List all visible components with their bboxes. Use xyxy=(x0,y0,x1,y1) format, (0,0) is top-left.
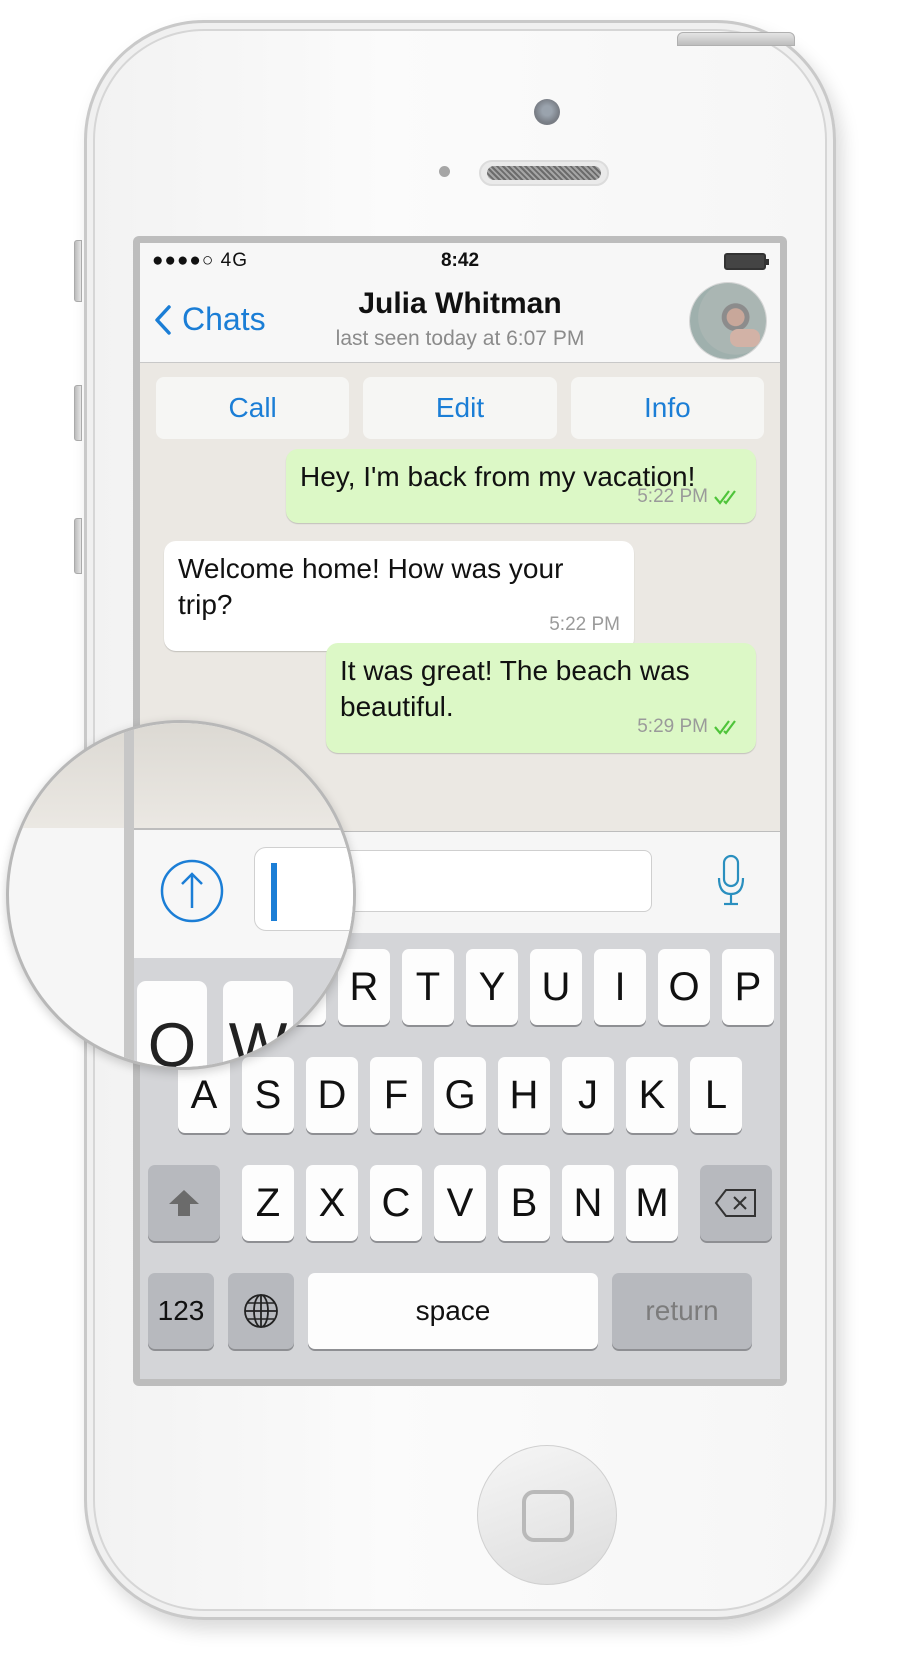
contact-header[interactable]: Julia Whitman last seen today at 6:07 PM xyxy=(140,287,780,351)
last-seen-status: last seen today at 6:07 PM xyxy=(335,327,585,350)
key-p[interactable]: P xyxy=(722,949,774,1025)
message-incoming[interactable]: Welcome home! How was your trip? 5:22 PM xyxy=(164,541,634,651)
key-j[interactable]: J xyxy=(562,1057,614,1133)
message-meta: 5:29 PM xyxy=(637,709,742,745)
key-l[interactable]: L xyxy=(690,1057,742,1133)
globe-key[interactable] xyxy=(228,1273,294,1349)
key-u[interactable]: U xyxy=(530,949,582,1025)
earpiece-speaker xyxy=(479,160,609,186)
double-check-icon xyxy=(714,720,736,735)
key-t[interactable]: T xyxy=(402,949,454,1025)
volume-up-button xyxy=(74,385,82,441)
key-z[interactable]: Z xyxy=(242,1165,294,1241)
info-button[interactable]: Info xyxy=(570,377,764,439)
key-m[interactable]: M xyxy=(626,1165,678,1241)
home-button[interactable] xyxy=(477,1445,617,1585)
magnified-chat-area xyxy=(9,723,353,828)
clock: 8:42 xyxy=(440,250,480,271)
navigation-bar: Chats Julia Whitman last seen today at 6… xyxy=(140,279,780,363)
key-i[interactable]: I xyxy=(594,949,646,1025)
keyboard-row-4: 123 space return xyxy=(140,1273,780,1349)
call-button[interactable]: Call xyxy=(156,377,350,439)
shift-key[interactable] xyxy=(148,1165,220,1241)
key-o[interactable]: O xyxy=(658,949,710,1025)
contact-avatar[interactable] xyxy=(690,283,766,359)
battery-full-icon xyxy=(724,253,769,270)
space-key[interactable]: space xyxy=(308,1273,598,1349)
message-outgoing[interactable]: It was great! The beach was beautiful. 5… xyxy=(326,643,756,753)
message-meta: 5:22 PM xyxy=(549,607,620,643)
contact-actions: Call Edit Info xyxy=(156,377,764,439)
text-caret xyxy=(271,863,277,921)
double-check-icon xyxy=(714,490,736,505)
key-h[interactable]: H xyxy=(498,1057,550,1133)
message-time: 5:29 PM xyxy=(637,716,708,737)
key-b[interactable]: B xyxy=(498,1165,550,1241)
shift-arrow-icon xyxy=(169,1190,199,1216)
keyboard-row-3-letters: Z X C V B N M xyxy=(242,1165,678,1241)
volume-down-button xyxy=(74,518,82,574)
key-d[interactable]: D xyxy=(306,1057,358,1133)
keyboard-row-2: A S D F G H J K L xyxy=(140,1057,780,1133)
key-g[interactable]: G xyxy=(434,1057,486,1133)
status-bar: ●●●●○ 4G 8:42 xyxy=(140,243,780,279)
keyboard-row-3: Z X C V B N M xyxy=(140,1165,780,1241)
magnified-key-w: W xyxy=(223,981,293,1067)
magnified-key-q: Q xyxy=(137,981,207,1067)
microphone-icon[interactable] xyxy=(716,854,746,906)
message-time: 5:22 PM xyxy=(549,614,620,635)
return-key[interactable]: return xyxy=(612,1273,752,1349)
magnified-bezel xyxy=(124,723,134,1067)
message-outgoing[interactable]: Hey, I'm back from my vacation! 5:22 PM xyxy=(286,449,756,523)
key-c[interactable]: C xyxy=(370,1165,422,1241)
edit-button[interactable]: Edit xyxy=(363,377,557,439)
key-x[interactable]: X xyxy=(306,1165,358,1241)
backspace-icon xyxy=(714,1189,756,1217)
message-text: Hey, I'm back from my vacation! xyxy=(300,461,696,492)
message-text: Welcome home! How was your trip? xyxy=(178,553,564,620)
message-meta: 5:22 PM xyxy=(637,479,742,515)
globe-icon xyxy=(244,1294,278,1328)
message-time: 5:22 PM xyxy=(637,486,708,507)
key-k[interactable]: K xyxy=(626,1057,678,1133)
power-button xyxy=(677,32,795,46)
front-camera xyxy=(534,99,560,125)
magnified-message-input xyxy=(254,847,353,931)
key-y[interactable]: Y xyxy=(466,949,518,1025)
mute-switch xyxy=(74,240,82,302)
key-n[interactable]: N xyxy=(562,1165,614,1241)
delete-key[interactable] xyxy=(700,1165,772,1241)
key-f[interactable]: F xyxy=(370,1057,422,1133)
home-square-icon xyxy=(522,1490,574,1542)
magnified-upload-icon xyxy=(160,859,224,923)
contact-name: Julia Whitman xyxy=(358,287,562,320)
key-v[interactable]: V xyxy=(434,1165,486,1241)
magnifier-loupe: Q W xyxy=(6,720,356,1070)
numbers-key[interactable]: 123 xyxy=(148,1273,214,1349)
proximity-sensor xyxy=(439,166,450,177)
key-s[interactable]: S xyxy=(242,1057,294,1133)
